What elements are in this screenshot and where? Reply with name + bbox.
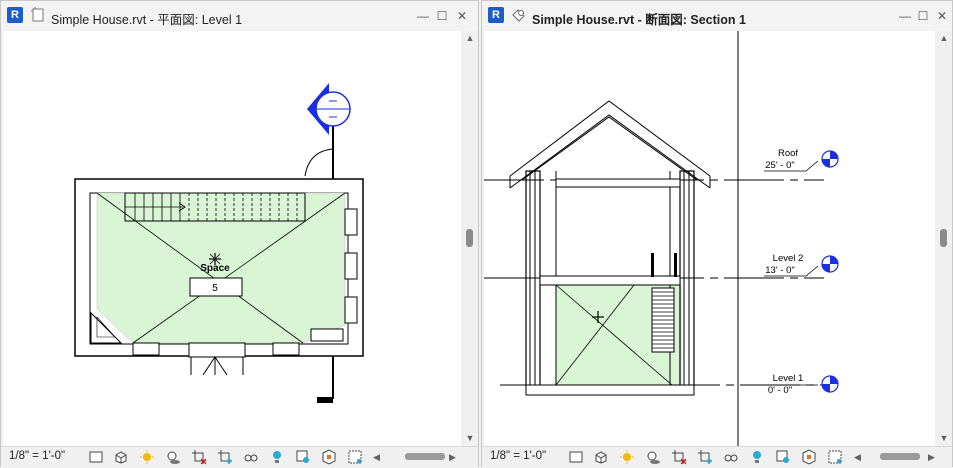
- shadows-icon[interactable]: [645, 449, 661, 465]
- shadows-icon[interactable]: [165, 449, 181, 465]
- level-elevation-label: 25' - 0": [765, 160, 794, 171]
- scroll-down-icon[interactable]: ▼: [462, 431, 478, 445]
- visual-style-icon[interactable]: [593, 449, 609, 465]
- visual-style-icon[interactable]: [113, 449, 129, 465]
- revit-app-icon: R: [488, 7, 504, 23]
- level-head-roof[interactable]: Roof 25' - 0": [764, 148, 839, 172]
- horizontal-scrollbar[interactable]: ◀ ▶: [852, 450, 938, 464]
- temporary-hide-icon[interactable]: [723, 449, 739, 465]
- front-door[interactable]: [188, 342, 246, 376]
- space-number-label[interactable]: 5: [212, 283, 218, 294]
- reveal-hidden-icon[interactable]: [269, 449, 285, 465]
- temporary-hide-icon[interactable]: [243, 449, 259, 465]
- highlight-displacement-icon[interactable]: [347, 449, 363, 465]
- roof-ceiling-slab[interactable]: [555, 178, 681, 188]
- scroll-left-icon[interactable]: ◀: [373, 450, 380, 464]
- detail-level-icon[interactable]: [568, 449, 584, 465]
- scroll-right-icon[interactable]: ▶: [449, 450, 456, 464]
- level-head-level1[interactable]: Level 1 0' - 0": [764, 373, 839, 396]
- space-name-label[interactable]: Space: [200, 263, 230, 274]
- scroll-right-icon[interactable]: ▶: [928, 450, 935, 464]
- level-name-label: Roof: [778, 148, 798, 159]
- lock-3d-icon[interactable]: [295, 449, 311, 465]
- lock-3d-icon[interactable]: [775, 449, 791, 465]
- sun-path-icon[interactable]: [619, 449, 635, 465]
- level-name-label: Level 2: [773, 253, 804, 264]
- hscroll-thumb[interactable]: [405, 453, 445, 460]
- show-crop-icon[interactable]: [217, 449, 233, 465]
- section-view-icon: [512, 9, 525, 22]
- stair-section[interactable]: [651, 287, 675, 353]
- show-crop-icon[interactable]: [697, 449, 713, 465]
- section-window: R Simple House.rvt - 断面図: Section 1 — ☐ …: [481, 0, 953, 468]
- close-button[interactable]: ✕: [935, 9, 949, 23]
- scroll-up-icon[interactable]: ▲: [462, 31, 478, 45]
- foundation-slab[interactable]: [525, 384, 695, 396]
- level2-floor-slab[interactable]: [539, 275, 681, 286]
- maximize-button[interactable]: ☐: [916, 9, 930, 23]
- scroll-down-icon[interactable]: ▼: [936, 431, 952, 445]
- reveal-hidden-icon[interactable]: [749, 449, 765, 465]
- section-end-tail: [317, 397, 333, 403]
- section-canvas[interactable]: Roof 25' - 0" Level 2 13' - 0" Level 1 0…: [484, 31, 935, 446]
- level-head-level2[interactable]: Level 2 13' - 0": [764, 253, 839, 277]
- revit-app-icon: R: [7, 7, 23, 23]
- level-name-label: Level 1: [773, 373, 804, 384]
- counter-fixture[interactable]: [310, 328, 344, 342]
- title-bar[interactable]: R Simple House.rvt - 平面図: Level 1 — ☐ ✕: [1, 1, 478, 31]
- view-scale-label[interactable]: 1/8" = 1'-0": [9, 450, 65, 462]
- section-head-marker[interactable]: [307, 83, 353, 135]
- scroll-thumb[interactable]: [940, 229, 947, 247]
- windows-right[interactable]: [344, 208, 358, 324]
- view-control-bar: 1/8" = 1'-0" ◀ ▶: [1, 446, 478, 468]
- analysis-icon[interactable]: [321, 449, 337, 465]
- plan-canvas[interactable]: Space 5: [3, 31, 461, 446]
- scroll-left-icon[interactable]: ◀: [854, 450, 861, 464]
- close-button[interactable]: ✕: [455, 9, 469, 23]
- crop-view-icon[interactable]: [671, 449, 687, 465]
- sun-path-icon[interactable]: [139, 449, 155, 465]
- highlight-displacement-icon[interactable]: [827, 449, 843, 465]
- level-elevation-label: 0' - 0": [768, 385, 792, 396]
- window-title: Simple House.rvt - 断面図: Section 1: [532, 13, 746, 27]
- scroll-up-icon[interactable]: ▲: [936, 31, 952, 45]
- maximize-button[interactable]: ☐: [435, 9, 449, 23]
- view-scale-label[interactable]: 1/8" = 1'-0": [490, 450, 546, 462]
- hscroll-thumb[interactable]: [880, 453, 920, 460]
- window-title: Simple House.rvt - 平面図: Level 1: [51, 13, 243, 27]
- analysis-icon[interactable]: [801, 449, 817, 465]
- scroll-thumb[interactable]: [466, 229, 473, 247]
- view-control-bar: 1/8" = 1'-0" ◀ ▶: [482, 446, 952, 468]
- floor-plan-window: R Simple House.rvt - 平面図: Level 1 — ☐ ✕: [0, 0, 479, 468]
- vertical-scrollbar[interactable]: ▲ ▼: [936, 31, 952, 446]
- detail-level-icon[interactable]: [88, 449, 104, 465]
- railing[interactable]: [651, 253, 677, 277]
- vertical-scrollbar[interactable]: ▲ ▼: [462, 31, 478, 446]
- title-bar[interactable]: R Simple House.rvt - 断面図: Section 1 — ☐ …: [482, 1, 952, 31]
- floor-plan-view-icon: [31, 7, 44, 22]
- minimize-button[interactable]: —: [416, 9, 430, 23]
- horizontal-scrollbar[interactable]: ◀ ▶: [371, 450, 459, 464]
- level-elevation-label: 13' - 0": [765, 265, 794, 276]
- crop-view-icon[interactable]: [191, 449, 207, 465]
- minimize-button[interactable]: —: [898, 9, 912, 23]
